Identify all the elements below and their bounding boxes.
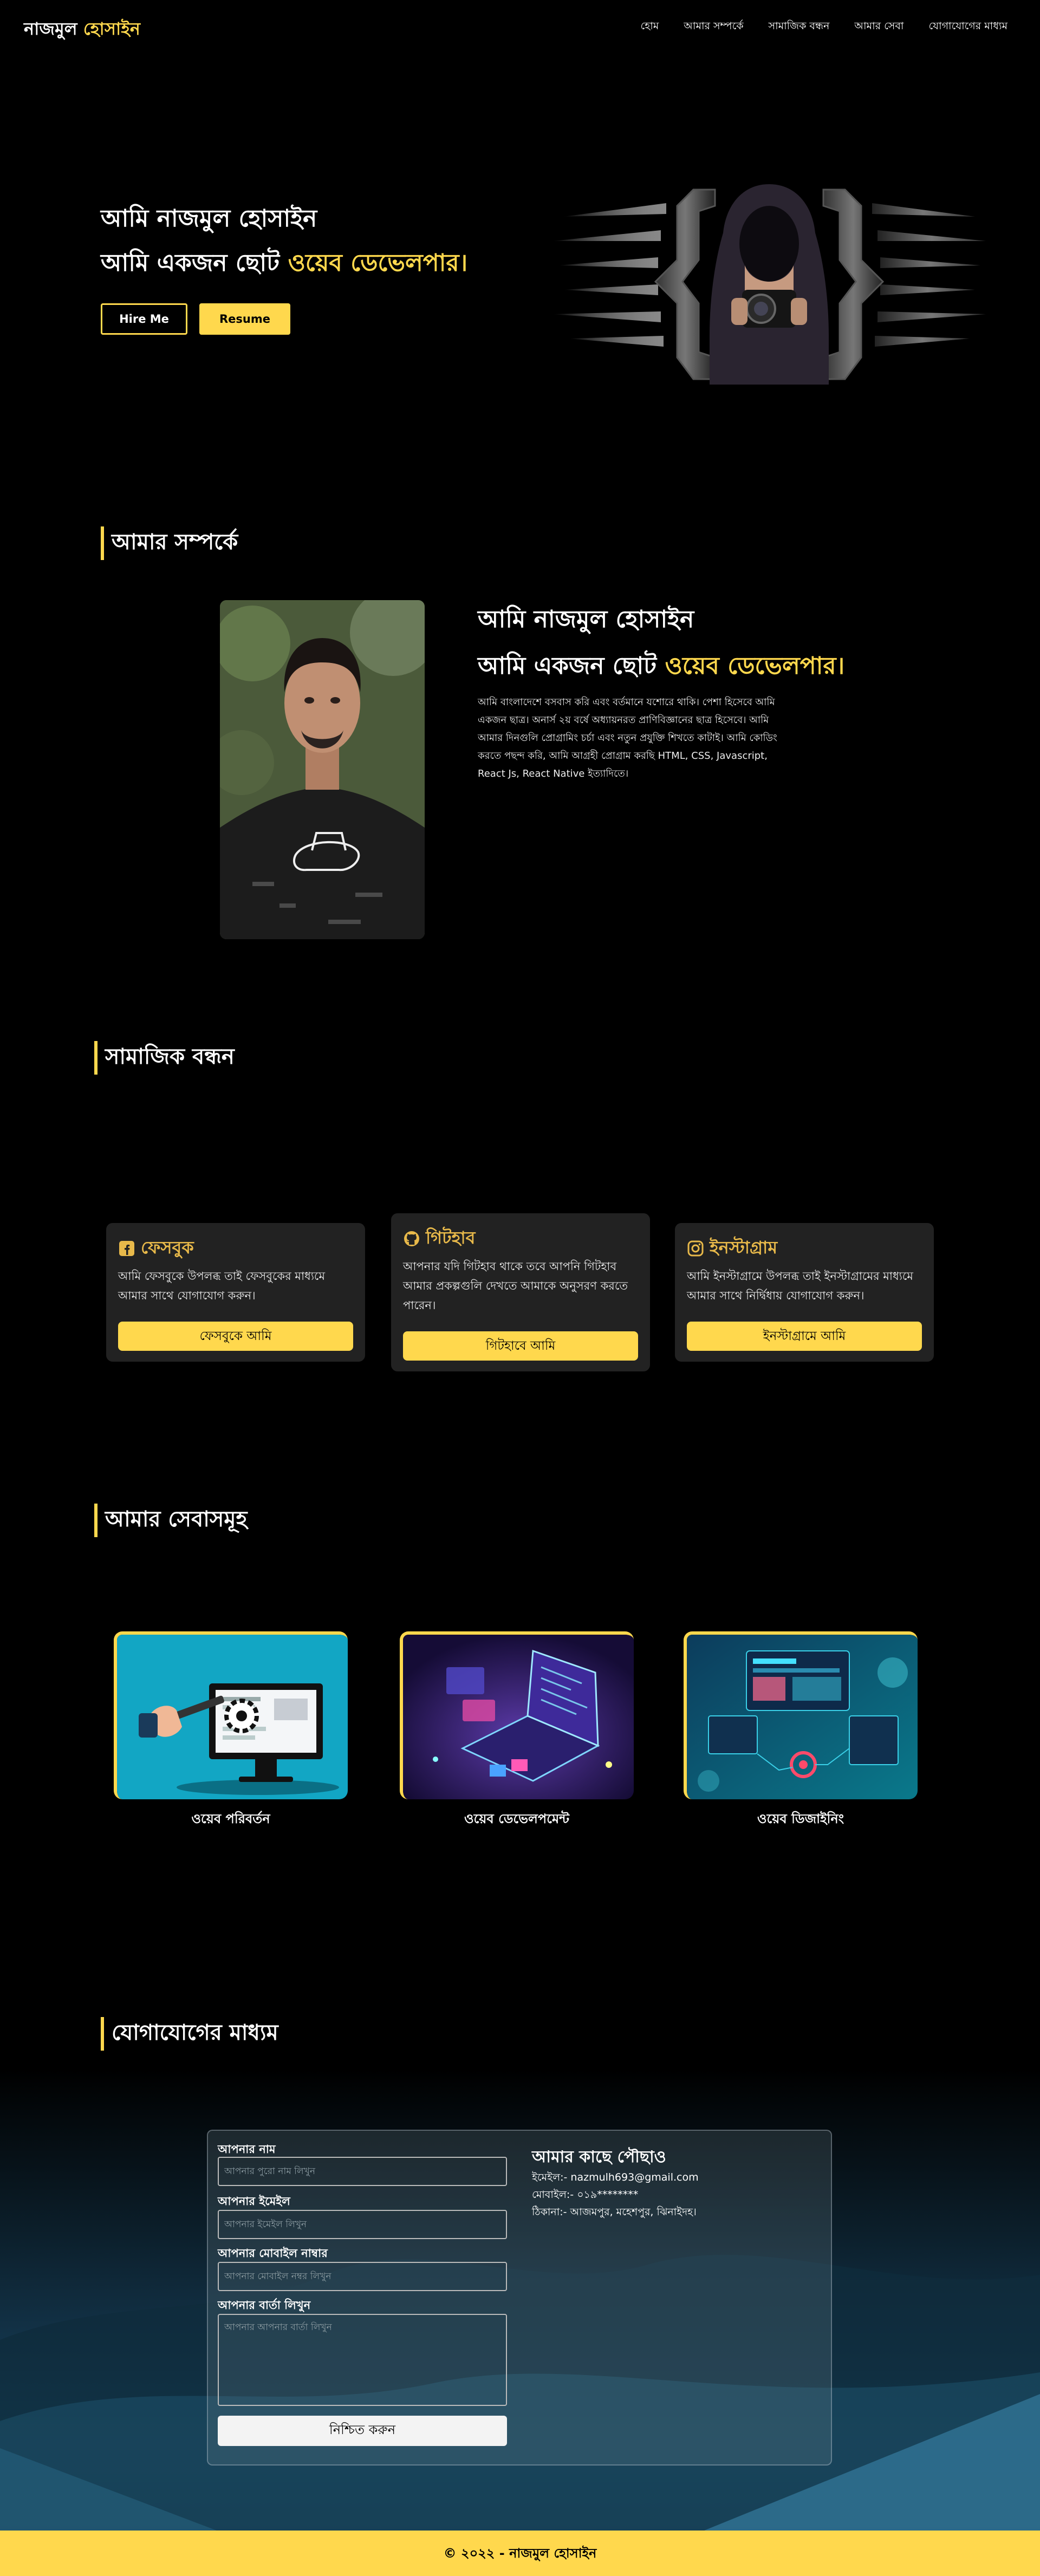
web-design-illustration <box>687 1635 918 1799</box>
github-button[interactable]: গিটহাবে আমি <box>403 1331 638 1361</box>
profile-photo <box>220 600 425 939</box>
hero-subheading-highlight: ওয়েব ডেভেলপার। <box>288 249 468 277</box>
resume-button[interactable]: Resume <box>199 303 290 335</box>
github-card: গিটহাব আপনার যদি গিটহাব থাকে তবে আপনি গি… <box>391 1213 650 1371</box>
site-logo[interactable]: নাজমুল হোসাইন <box>24 15 140 44</box>
about-name: আমি নাজমুল হোসাইন <box>478 606 694 633</box>
about-role-highlight: ওয়েব ডেভেলপার। <box>665 652 845 680</box>
instagram-button[interactable]: ইনস্টাগ্রামে আমি <box>687 1322 922 1351</box>
footer-copyright: © ২০২২ - নাজমুল হোসাইন <box>443 2546 597 2561</box>
instagram-card-title: ইনস্টাগ্রাম <box>687 1234 777 1263</box>
top-navbar: নাজমুল হোসাইন হোম আমার সম্পর্কে সামাজিক … <box>0 0 1040 54</box>
service-label-web-design: ওয়েব ডিজাইনিং <box>757 1811 844 1826</box>
reach-me-title: আমার কাছে পৌছাও <box>532 2148 666 2167</box>
facebook-card-text: আমি ফেসবুকে উপলব্ধ তাই ফেসবুকের মাধ্যমে … <box>118 1270 326 1302</box>
instagram-icon <box>687 1240 704 1257</box>
nav-link-contact[interactable]: যোগাযোগের মাধ্যম <box>928 18 1007 36</box>
about-role: আমি একজন ছোট ওয়েব ডেভেলপার। <box>478 648 844 687</box>
message-label: আপনার বার্তা লিখুন <box>218 2299 311 2312</box>
contact-address: ঠিকানা:- আজমপুর, মহেশপুর, ঝিনাইদহ। <box>532 2206 697 2218</box>
contact-email: ইমেইল:- nazmulh693@gmail.com <box>532 2171 699 2183</box>
nav-link-about[interactable]: আমার সম্পর্কে <box>684 18 743 36</box>
service-card-web-development[interactable] <box>400 1631 634 1799</box>
hero-subheading-prefix: আমি একজন ছোট <box>101 249 280 277</box>
github-card-title: গিটহাব <box>403 1224 475 1253</box>
footer: © ২০২২ - নাজমুল হোসাইন <box>0 2531 1040 2576</box>
service-label-web-development: ওয়েব ডেভেলপমেন্ট <box>464 1811 570 1826</box>
about-description: আমি বাংলাদেশে বসবাস করি এবং বর্তমানে যশো… <box>478 697 777 779</box>
facebook-card-title-text: ফেসবুক <box>141 1237 194 1258</box>
submit-button[interactable]: নিশ্চিত করুন <box>218 2416 507 2446</box>
about-role-prefix: আমি একজন ছোট <box>478 652 657 680</box>
instagram-card: ইনস্টাগ্রাম আমি ইনস্টাগ্রামে উপলব্ধ তাই … <box>675 1223 934 1362</box>
message-textarea[interactable] <box>218 2314 507 2406</box>
about-section-title: আমার সম্পর্কে <box>101 526 238 560</box>
social-section-title: সামাজিক বন্ধন <box>94 1041 235 1075</box>
nav-link-social[interactable]: সামাজিক বন্ধন <box>769 18 830 36</box>
hero-hacker-illustration <box>552 184 986 385</box>
hero-subheading: আমি একজন ছোট ওয়েব ডেভেলপার। <box>101 245 467 284</box>
nav-link-services[interactable]: আমার সেবা <box>854 18 903 36</box>
instagram-card-text: আমি ইনস্টাগ্রামে উপলব্ধ তাই ইনস্টাগ্রামে… <box>687 1270 913 1302</box>
instagram-card-title-text: ইনস্টাগ্রাম <box>710 1237 778 1258</box>
nav-link-home[interactable]: হোম <box>641 18 659 36</box>
phone-label: আপনার মোবাইল নাম্বার <box>218 2247 328 2260</box>
service-label-web-repair: ওয়েব পরিবর্তন <box>191 1811 270 1826</box>
services-section-title: আমার সেবাসমূহ <box>94 1504 248 1537</box>
github-card-title-text: গিটহাব <box>426 1227 476 1248</box>
phone-input[interactable] <box>218 2262 507 2291</box>
hero-heading: আমি নাজমুল হোসাইন <box>101 205 317 232</box>
facebook-icon <box>119 1241 134 1256</box>
github-card-text: আপনার যদি গিটহাব থাকে তবে আপনি গিটহাব আম… <box>403 1260 628 1312</box>
facebook-button[interactable]: ফেসবুকে আমি <box>118 1322 353 1351</box>
logo-main-text: নাজমুল <box>24 18 77 39</box>
nav-menu: হোম আমার সম্পর্কে সামাজিক বন্ধন আমার সেব… <box>641 18 1007 36</box>
github-icon <box>404 1231 419 1246</box>
contact-section-title: যোগাযোগের মাধ্যম <box>101 2017 278 2051</box>
contact-phone: মোবাইল:- ০১৯******** <box>532 2189 639 2201</box>
facebook-card-title: ফেসবুক <box>118 1234 194 1263</box>
web-development-illustration <box>403 1635 634 1799</box>
email-input[interactable] <box>218 2210 507 2239</box>
email-label: আপনার ইমেইল <box>218 2195 290 2208</box>
service-card-web-repair[interactable] <box>114 1631 348 1799</box>
hire-me-button[interactable]: Hire Me <box>101 303 187 335</box>
facebook-card: ফেসবুক আমি ফেসবুকে উপলব্ধ তাই ফেসবুকের ম… <box>106 1223 365 1362</box>
web-repair-illustration <box>117 1635 348 1799</box>
name-input[interactable] <box>218 2157 507 2186</box>
logo-accent-text: হোসাইন <box>83 18 141 39</box>
service-card-web-design[interactable] <box>684 1631 918 1799</box>
